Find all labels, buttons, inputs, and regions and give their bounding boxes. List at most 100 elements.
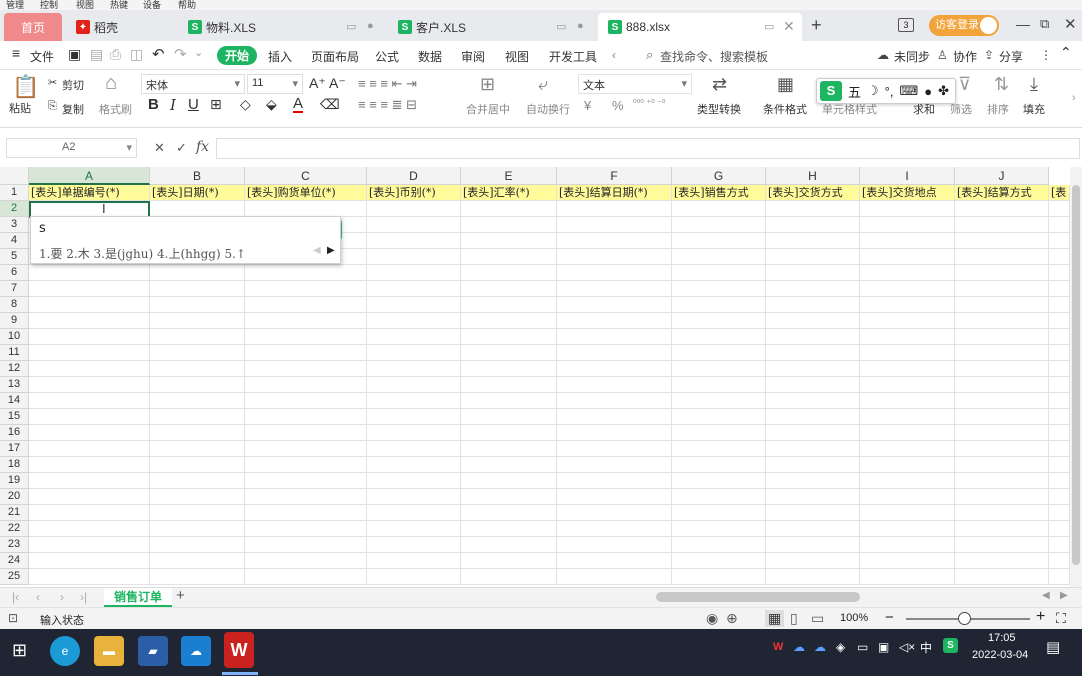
number-format-select[interactable]: 文本 ▾ (578, 74, 692, 94)
table-cell[interactable] (150, 313, 245, 329)
table-cell[interactable] (955, 265, 1049, 281)
table-cell[interactable] (557, 473, 672, 489)
table-cell[interactable] (150, 425, 245, 441)
table-cell[interactable] (955, 553, 1049, 569)
page-break-icon[interactable]: ▭ (811, 610, 824, 627)
table-cell[interactable] (766, 249, 860, 265)
table-cell[interactable] (461, 489, 557, 505)
table-cell[interactable] (150, 537, 245, 553)
vm-menu-manage[interactable]: 管理 (6, 0, 24, 10)
moon-icon[interactable]: ☽ (867, 83, 879, 99)
login-button[interactable]: 访客登录 (929, 15, 999, 36)
add-sheet-button[interactable]: + (176, 587, 185, 604)
column-header-f[interactable]: F (557, 167, 672, 185)
table-cell[interactable] (461, 505, 557, 521)
table-cell[interactable] (557, 217, 672, 233)
table-cell[interactable] (245, 569, 367, 585)
table-cell[interactable] (150, 457, 245, 473)
confirm-icon[interactable]: ✓ (176, 140, 187, 156)
scroll-right-icon[interactable]: ▶ (1060, 590, 1068, 601)
table-cell[interactable] (766, 409, 860, 425)
table-cell[interactable] (557, 249, 672, 265)
minimize-icon[interactable]: — (1016, 16, 1030, 32)
table-cell[interactable] (860, 249, 955, 265)
table-cell[interactable] (461, 329, 557, 345)
table-cell[interactable] (150, 569, 245, 585)
table-cell[interactable] (955, 409, 1049, 425)
table-cell[interactable] (955, 569, 1049, 585)
menu-tab-data[interactable]: 数据 (418, 48, 442, 65)
table-cell[interactable] (29, 281, 150, 297)
font-color-button[interactable]: A (293, 96, 304, 113)
table-cell[interactable] (955, 297, 1049, 313)
row-header[interactable]: 23 (0, 537, 29, 553)
table-cell[interactable] (955, 361, 1049, 377)
row-header[interactable]: 7 (0, 281, 29, 297)
name-box[interactable]: A2 ▾ (6, 138, 137, 158)
table-cell[interactable] (1049, 473, 1070, 489)
table-cell[interactable] (557, 201, 672, 217)
table-cell[interactable] (955, 313, 1049, 329)
table-cell[interactable] (672, 201, 766, 217)
cut-button[interactable]: 剪切 (62, 77, 84, 93)
table-cell[interactable] (860, 521, 955, 537)
row-header[interactable]: 6 (0, 265, 29, 281)
zoom-out-button[interactable]: − (885, 609, 894, 626)
table-cell[interactable] (672, 233, 766, 249)
table-cell[interactable] (367, 297, 461, 313)
restore-tab-icon[interactable]: ▭ (346, 20, 356, 33)
cloud-app-icon[interactable]: ☁ (181, 636, 211, 666)
table-cell[interactable] (461, 201, 557, 217)
table-cell[interactable] (245, 345, 367, 361)
table-cell[interactable] (29, 425, 150, 441)
table-cell[interactable] (1049, 569, 1070, 585)
row-header[interactable]: 2 (0, 201, 29, 217)
table-cell[interactable] (860, 233, 955, 249)
table-cell[interactable] (367, 217, 461, 233)
table-cell[interactable] (245, 441, 367, 457)
table-cell[interactable] (367, 473, 461, 489)
border-icon[interactable]: ⊞ (210, 96, 222, 113)
table-cell[interactable] (955, 201, 1049, 217)
clock-date[interactable]: 2022-03-04 (972, 649, 1028, 661)
table-cell[interactable] (672, 489, 766, 505)
table-cell[interactable] (557, 361, 672, 377)
more-icon[interactable]: ⋮ (1040, 48, 1052, 62)
table-cell[interactable] (557, 233, 672, 249)
table-cell[interactable] (557, 425, 672, 441)
table-cell[interactable] (1049, 553, 1070, 569)
table-cell[interactable] (29, 521, 150, 537)
collab-button[interactable]: 协作 (953, 48, 977, 65)
underline-button[interactable]: U (188, 96, 199, 113)
table-cell[interactable] (1049, 537, 1070, 553)
table-cell[interactable] (245, 265, 367, 281)
eye-icon[interactable]: ◉ (706, 610, 718, 627)
fullscreen-icon[interactable]: ⛶ (1056, 610, 1066, 627)
percent-button[interactable]: % (612, 98, 624, 113)
table-cell[interactable] (245, 473, 367, 489)
sort-button[interactable]: 排序 (987, 101, 1009, 117)
row-header[interactable]: 19 (0, 473, 29, 489)
table-cell[interactable] (1049, 393, 1070, 409)
table-cell[interactable] (150, 553, 245, 569)
table-cell[interactable] (461, 569, 557, 585)
table-cell[interactable] (766, 233, 860, 249)
table-cell[interactable] (29, 345, 150, 361)
table-cell[interactable] (766, 329, 860, 345)
ime-candidate-popup[interactable]: s 1.要 2.木 3.是(jghu) 4.上(hhgg) 5.↑ ◀ ▶ (30, 216, 341, 264)
table-cell[interactable] (955, 217, 1049, 233)
table-cell[interactable] (367, 377, 461, 393)
table-cell[interactable] (150, 377, 245, 393)
table-cell[interactable] (860, 281, 955, 297)
add-tab-button[interactable]: + (811, 15, 822, 36)
table-cell[interactable] (461, 425, 557, 441)
save-icon[interactable]: ▣ (68, 46, 81, 63)
sync-status[interactable]: 未同步 (894, 48, 930, 65)
table-cell[interactable] (955, 521, 1049, 537)
table-cell[interactable] (860, 329, 955, 345)
table-cell[interactable] (860, 457, 955, 473)
table-cell[interactable] (860, 393, 955, 409)
wps-tray-icon[interactable]: W (773, 641, 783, 653)
copy-button[interactable]: 复制 (62, 101, 84, 117)
fill-color-icon[interactable]: ◇ (240, 96, 251, 113)
